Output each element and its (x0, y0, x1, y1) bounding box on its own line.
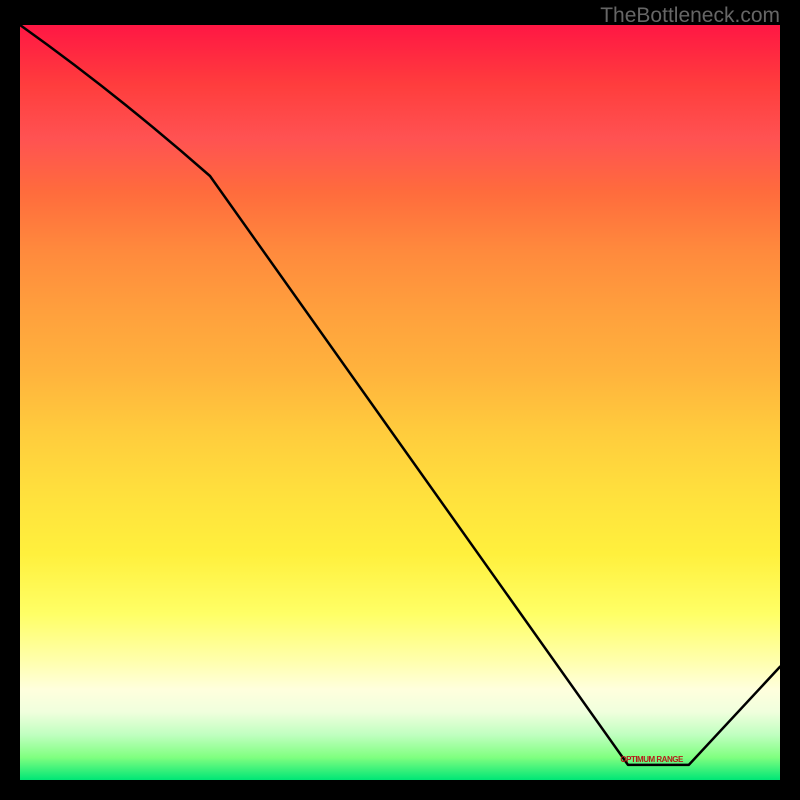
chart-line (20, 25, 780, 780)
watermark-text: TheBottleneck.com (600, 4, 780, 28)
chart-plot-area: OPTIMUM RANGE (20, 25, 780, 780)
optimum-range-label: OPTIMUM RANGE (620, 755, 682, 764)
